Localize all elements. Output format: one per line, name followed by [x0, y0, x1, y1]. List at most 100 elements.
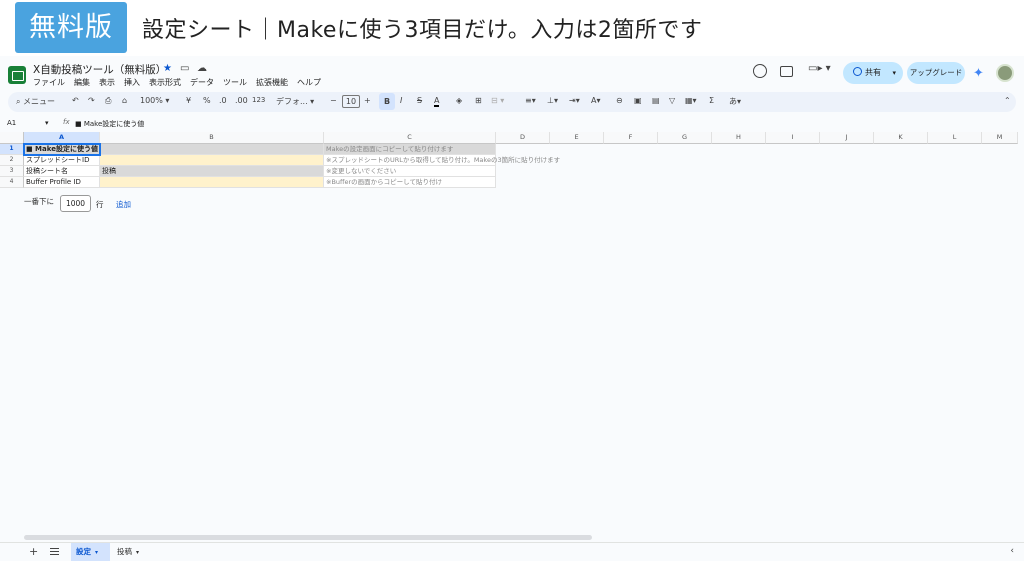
column-header[interactable]: M [982, 132, 1018, 144]
star-icon[interactable]: ★ [163, 63, 172, 74]
select-all-corner[interactable] [0, 132, 24, 144]
column-header[interactable]: J [820, 132, 874, 144]
formula-input[interactable]: ■ Make設定に使う値 [75, 119, 144, 129]
comment-icon[interactable] [780, 66, 793, 77]
column-header[interactable]: B [100, 132, 324, 144]
avatar[interactable] [996, 64, 1014, 82]
meet-icon[interactable]: ▭▸ ▾ [808, 63, 831, 74]
column-header[interactable]: H [712, 132, 766, 144]
menu-data[interactable]: データ [190, 77, 214, 88]
collapse-toolbar-icon[interactable]: ⌃ [1004, 96, 1011, 105]
chevron-down-icon[interactable]: ▾ [95, 549, 98, 556]
filter-icon[interactable]: ▽ [669, 96, 675, 105]
paint-format-icon[interactable]: ⌂ [122, 96, 127, 105]
align-vertical-icon[interactable]: ⊥▾ [547, 96, 558, 105]
upgrade-button[interactable]: アップグレード [907, 62, 965, 84]
spreadsheet-grid[interactable]: A B C D E F G H I J K L M 1 ■ Make設定に使う値… [0, 132, 1018, 190]
column-header[interactable]: K [874, 132, 928, 144]
cell-a4[interactable]: Buffer Profile ID [24, 177, 100, 188]
cell-b1[interactable] [100, 144, 324, 155]
cell-b3[interactable]: 投稿 [100, 166, 324, 177]
cloud-icon[interactable]: ☁ [197, 63, 207, 74]
gemini-icon[interactable]: ✦ [973, 66, 984, 81]
name-box[interactable]: A1 [7, 119, 16, 127]
share-button[interactable]: 共有 ▾ [843, 62, 903, 84]
menu-help[interactable]: ヘルプ [297, 77, 321, 88]
column-header[interactable]: F [604, 132, 658, 144]
add-rows-button[interactable]: 追加 [116, 199, 131, 210]
history-icon[interactable] [753, 64, 767, 78]
menu-extensions[interactable]: 拡張機能 [256, 77, 288, 88]
redo-icon[interactable]: ↷ [88, 96, 95, 105]
functions-button[interactable]: Σ [709, 96, 714, 105]
cell-b2[interactable] [100, 155, 324, 166]
cell-a3[interactable]: 投稿シート名 [24, 166, 100, 177]
all-sheets-icon[interactable] [50, 548, 59, 555]
strikethrough-button[interactable]: S [417, 96, 422, 105]
filter-views-icon[interactable]: ▦▾ [685, 96, 697, 105]
cell-c1[interactable]: Makeの設定画面にコピーして貼り付けます [324, 144, 496, 155]
sheet-tab-posts[interactable]: 投稿 ▾ [112, 543, 144, 561]
borders-icon[interactable]: ⊞ [475, 96, 482, 105]
align-horizontal-icon[interactable]: ≡▾ [525, 96, 536, 105]
cell-a2[interactable]: スプレッドシートID [24, 155, 100, 166]
text-color-button[interactable]: A [434, 96, 440, 107]
folder-icon[interactable]: ▭ [180, 63, 189, 74]
undo-icon[interactable]: ↶ [72, 96, 79, 105]
fill-color-icon[interactable]: ◈ [456, 96, 462, 105]
print-icon[interactable]: ⎙ [105, 96, 111, 106]
menu-format[interactable]: 表示形式 [149, 77, 181, 88]
cell-a1[interactable]: ■ Make設定に使う値 [23, 143, 101, 156]
input-tools-icon[interactable]: あ▾ [729, 96, 741, 107]
increase-font-size-button[interactable]: + [364, 96, 371, 105]
decrease-decimal-button[interactable]: .0 [219, 96, 227, 105]
menu-file[interactable]: ファイル [33, 77, 65, 88]
text-rotate-icon[interactable]: A▾ [591, 96, 601, 105]
merge-cells-icon[interactable]: ⊟ ▾ [491, 96, 504, 105]
search-menu[interactable]: ⌕ メニュー [16, 96, 55, 107]
link-icon[interactable]: ⊖ [616, 96, 623, 105]
sheet-tab-settings[interactable]: 設定 ▾ [71, 543, 110, 561]
number-format-button[interactable]: 123 [252, 96, 265, 104]
chevron-down-icon[interactable]: ▾ [45, 119, 49, 127]
menu-edit[interactable]: 編集 [74, 77, 90, 88]
row-header[interactable]: 4 [0, 177, 24, 188]
chevron-down-icon[interactable]: ▾ [892, 62, 896, 84]
bold-button[interactable]: B [379, 93, 395, 110]
text-wrap-icon[interactable]: ⇥▾ [569, 96, 580, 105]
add-sheet-icon[interactable]: + [29, 545, 38, 558]
menu-insert[interactable]: 挿入 [124, 77, 140, 88]
font-select[interactable]: デフォ... ▾ [276, 96, 314, 107]
cell-c3[interactable]: ※変更しないでください [324, 166, 496, 177]
menu-tools[interactable]: ツール [223, 77, 247, 88]
decrease-font-size-button[interactable]: − [330, 96, 337, 105]
row-header[interactable]: 1 [0, 144, 24, 155]
column-header[interactable]: I [766, 132, 820, 144]
column-header[interactable]: G [658, 132, 712, 144]
column-header[interactable]: C [324, 132, 496, 144]
insert-chart-icon[interactable]: ▤ [652, 96, 660, 105]
cell-b4[interactable] [100, 177, 324, 188]
menu-view[interactable]: 表示 [99, 77, 115, 88]
column-header[interactable]: A [24, 132, 100, 144]
column-header[interactable]: L [928, 132, 982, 144]
increase-decimal-button[interactable]: .00 [235, 96, 248, 105]
font-size-input[interactable]: 10 [342, 95, 360, 108]
cell-c4[interactable]: ※Bufferの画面からコピーして貼り付け [324, 177, 496, 188]
document-title[interactable]: X自動投稿ツール（無料版） [33, 62, 166, 77]
add-rows-count-input[interactable]: 1000 [60, 195, 91, 212]
percent-format-button[interactable]: % [203, 96, 211, 105]
row-header[interactable]: 2 [0, 155, 24, 166]
column-header[interactable]: D [496, 132, 550, 144]
currency-format-button[interactable]: ¥ [186, 96, 191, 105]
horizontal-scrollbar[interactable] [24, 535, 592, 540]
chevron-left-icon[interactable]: ‹ [1010, 546, 1014, 556]
italic-button[interactable]: I [400, 96, 402, 105]
cell-c2[interactable]: ※スプレッドシートのURLから取得して貼り付け。Makeの3箇所に貼り付けます [324, 155, 560, 166]
chevron-down-icon[interactable]: ▾ [136, 549, 139, 556]
row-header[interactable]: 3 [0, 166, 24, 177]
sheets-logo-icon[interactable] [8, 66, 26, 84]
zoom-select[interactable]: 100% ▾ [140, 96, 169, 105]
insert-comment-icon[interactable]: ▣ [634, 96, 642, 105]
column-header[interactable]: E [550, 132, 604, 144]
